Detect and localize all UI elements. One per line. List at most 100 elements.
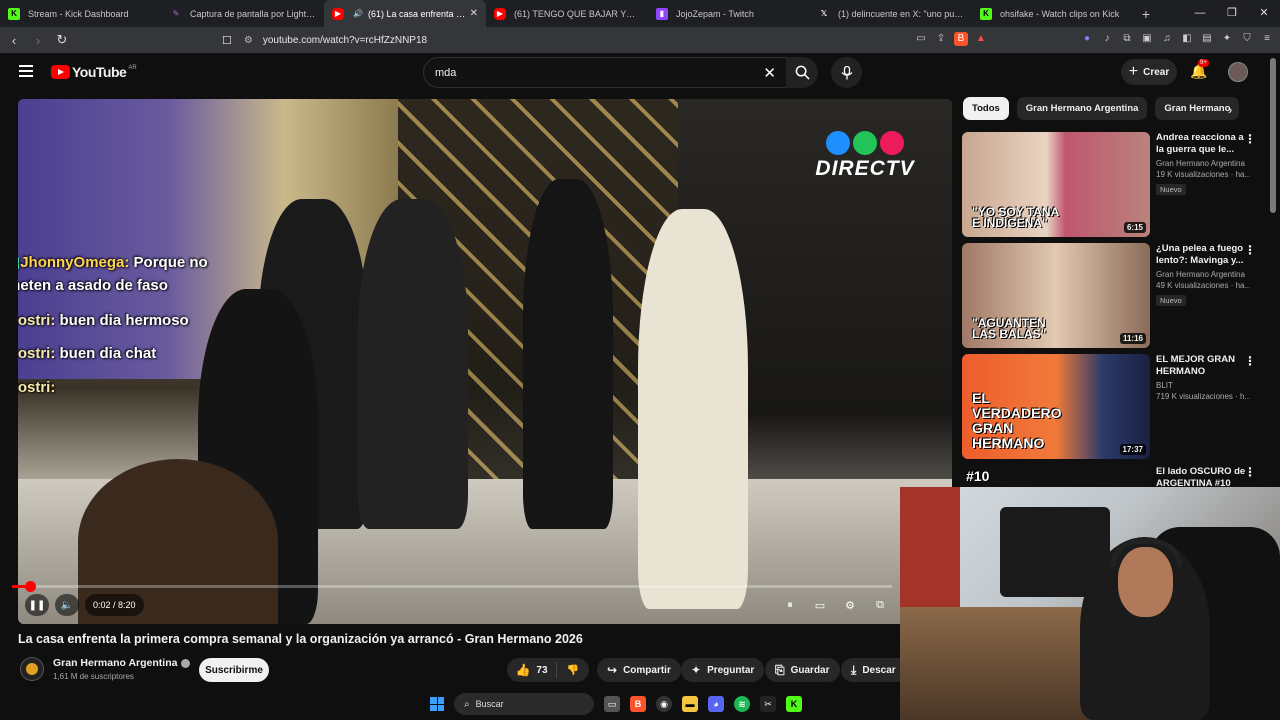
spotify-icon[interactable]: ≋ xyxy=(734,696,750,712)
bookmark-icon[interactable]: ☐ xyxy=(222,34,232,47)
guide-menu-icon[interactable] xyxy=(19,65,33,80)
chip-gran-hermano[interactable]: Gran Hermano xyxy=(1155,97,1240,120)
file-explorer-icon[interactable]: ▬ xyxy=(682,696,698,712)
video-channel[interactable]: Gran Hermano Argentina xyxy=(1156,270,1250,279)
channel-name[interactable]: Gran Hermano Argentina xyxy=(53,657,191,669)
related-video[interactable]: #10 El lado OSCURO de ARGENTINA #10 ⋮ xyxy=(962,465,1262,487)
channel-avatar[interactable] xyxy=(20,657,44,681)
reload-icon[interactable]: ↻ xyxy=(52,32,72,48)
chat-overlay-line: Aostri: buen dia chat xyxy=(18,345,157,362)
brave-browser-icon[interactable]: B xyxy=(630,696,646,712)
more-options-icon[interactable]: ⋮ xyxy=(1244,354,1256,368)
more-options-icon[interactable]: ⋮ xyxy=(1244,243,1256,257)
reading-icon[interactable]: ▤ xyxy=(1200,32,1214,46)
media-icon[interactable]: ♫ xyxy=(1160,32,1174,46)
brave-rewards-icon[interactable]: ▲ xyxy=(974,32,988,46)
menu-icon[interactable]: ≡ xyxy=(1260,32,1274,46)
youtube-logo[interactable]: YouTube AR xyxy=(51,64,137,80)
clear-search-icon[interactable]: ✕ xyxy=(763,64,776,82)
cast-icon[interactable]: ▭ xyxy=(914,32,928,46)
subtitles-icon[interactable]: ▭ xyxy=(810,599,830,612)
url-field[interactable]: ☐ ⚙ youtube.com/watch?v=rcHfZzNNP18 xyxy=(222,30,962,50)
ask-button[interactable]: ✦ Preguntar xyxy=(681,658,765,682)
share-button[interactable]: ↪ Compartir xyxy=(597,658,681,682)
subscribe-button[interactable]: Suscribirme xyxy=(199,658,269,682)
speaker-icon[interactable]: 🔊 xyxy=(352,8,364,20)
close-tab-icon[interactable]: ✕ xyxy=(470,8,478,19)
feather-icon: ✎ xyxy=(172,9,180,18)
video-thumbnail[interactable]: EL VERDADERO GRAN HERMANO 17:37 xyxy=(962,354,1150,459)
page-scrollbar[interactable] xyxy=(1270,58,1276,213)
video-thumbnail[interactable]: "YO SOY TANA E INDÍGENA" 6:15 xyxy=(962,132,1150,237)
download-button[interactable]: ⤓ Descar xyxy=(841,658,900,682)
wallet-icon[interactable]: ▣ xyxy=(1140,32,1154,46)
video-player[interactable]: DIRECTV ▦JhonnyOmega: Porque no meten a … xyxy=(18,99,952,624)
maximize-icon[interactable]: ❐ xyxy=(1216,0,1248,27)
progress-scrubber[interactable] xyxy=(24,581,36,592)
settings-gear-icon[interactable]: ⚙ xyxy=(840,599,860,612)
browser-tab[interactable]: ▮ JojoZepam - Twitch xyxy=(648,0,810,27)
save-button[interactable]: ⎘ Guardar xyxy=(765,658,840,682)
related-video[interactable]: EL VERDADERO GRAN HERMANO 17:37 EL MEJOR… xyxy=(962,354,1262,459)
forward-icon[interactable]: › xyxy=(28,33,48,48)
browser-tab[interactable]: ✎ Captura de pantalla por Lightshot xyxy=(162,0,324,27)
chip-gran-hermano-argentina[interactable]: Gran Hermano Argentina xyxy=(1016,97,1148,120)
discord-icon[interactable]: ◕ xyxy=(708,696,724,712)
more-options-icon[interactable]: ⋮ xyxy=(1244,465,1256,479)
video-title[interactable]: ¿Una pelea a fuego lento?: Mavinga y... xyxy=(1156,243,1250,267)
brave-shields-icon[interactable]: B xyxy=(954,32,968,46)
browser-tab[interactable]: ▶ (61) TENGO QUE BAJAR YO A ARRE xyxy=(486,0,648,27)
like-dislike-group: 👍 73 👎 xyxy=(507,658,589,682)
related-video[interactable]: "YO SOY TANA E INDÍGENA" 6:15 Andrea rea… xyxy=(962,132,1262,237)
video-title[interactable]: EL MEJOR GRAN HERMANO xyxy=(1156,354,1250,378)
dislike-button[interactable]: 👎 xyxy=(557,665,589,676)
browser-tab[interactable]: 𝕏 (1) delincuente en X: "uno puso que xyxy=(810,0,972,27)
video-person xyxy=(638,209,748,609)
video-title[interactable]: El lado OSCURO de ARGENTINA #10 xyxy=(1156,466,1250,487)
capcut-icon[interactable]: ✂ xyxy=(760,696,776,712)
thumbs-down-icon: 👎 xyxy=(566,664,580,676)
task-view-icon[interactable]: ▭ xyxy=(604,696,620,712)
chevron-right-icon[interactable]: › xyxy=(1228,102,1232,117)
leo-icon[interactable]: ✦ xyxy=(1220,32,1234,46)
related-video[interactable]: "AGUANTEN LAS BALAS" 11:16 ¿Una pelea a … xyxy=(962,243,1262,348)
sidebar-icon[interactable]: ◧ xyxy=(1180,32,1194,46)
video-thumbnail[interactable]: #10 xyxy=(962,465,1150,487)
browser-tab[interactable]: K Stream - Kick Dashboard xyxy=(0,0,162,27)
windows-start-icon[interactable] xyxy=(430,697,444,711)
search-button[interactable] xyxy=(786,57,818,88)
account-avatar[interactable] xyxy=(1228,62,1248,82)
browser-tab[interactable]: K ohsifake - Watch clips on Kick xyxy=(972,0,1134,27)
chip-all[interactable]: Todos xyxy=(963,97,1009,120)
volume-button[interactable]: 🔈 xyxy=(55,594,79,616)
pause-button[interactable]: ❚❚ xyxy=(25,594,49,616)
video-channel[interactable]: BLIT xyxy=(1156,381,1250,390)
new-tab-button[interactable]: + xyxy=(1134,6,1158,22)
kick-icon[interactable]: K xyxy=(786,696,802,712)
video-thumbnail[interactable]: "AGUANTEN LAS BALAS" 11:16 xyxy=(962,243,1150,348)
share-icon[interactable]: ⇪ xyxy=(934,32,948,46)
video-progress-bar[interactable] xyxy=(12,581,892,592)
obs-icon[interactable]: ◉ xyxy=(656,696,672,712)
plus-icon: + xyxy=(1128,63,1139,80)
extensions-icon[interactable]: ⧉ xyxy=(1120,32,1134,46)
more-options-icon[interactable]: ⋮ xyxy=(1244,132,1256,146)
site-info-icon[interactable]: ⚙ xyxy=(244,35,253,46)
notifications-button[interactable]: 🔔 9+ xyxy=(1190,59,1209,80)
search-input[interactable]: mda ✕ xyxy=(423,57,787,88)
vpn-icon[interactable]: ● xyxy=(1080,32,1094,46)
video-title[interactable]: Andrea reacciona a la guerra que le... xyxy=(1156,132,1250,156)
audio-icon[interactable]: ♪ xyxy=(1100,32,1114,46)
browser-tab-active[interactable]: ▶ 🔊 (61) La casa enfrenta la prime ✕ xyxy=(324,0,486,27)
close-window-icon[interactable]: ✕ xyxy=(1248,0,1280,27)
shield-icon[interactable]: ⛉ xyxy=(1240,32,1254,46)
miniplayer-icon[interactable]: ⧉ xyxy=(870,599,890,612)
taskbar-search[interactable]: ⌕ Buscar xyxy=(454,693,594,715)
video-channel[interactable]: Gran Hermano Argentina xyxy=(1156,159,1250,168)
autoplay-toggle-icon[interactable]: ⏸ xyxy=(780,599,800,612)
back-icon[interactable]: ‹ xyxy=(4,33,24,48)
voice-search-button[interactable] xyxy=(831,57,862,88)
like-button[interactable]: 👍 73 xyxy=(507,662,557,678)
create-button[interactable]: + Crear xyxy=(1121,59,1177,85)
minimize-icon[interactable]: — xyxy=(1184,0,1216,27)
